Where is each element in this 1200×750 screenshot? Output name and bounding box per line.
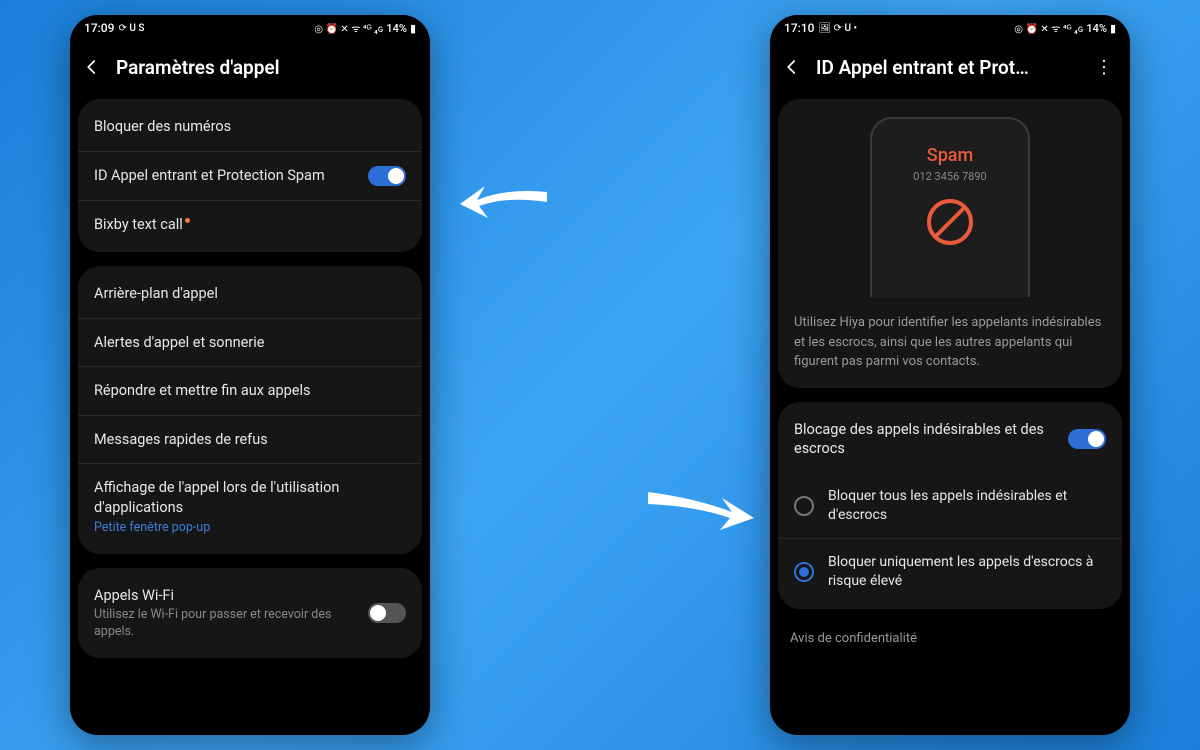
row-wifi-calls[interactable]: Appels Wi-Fi Utilisez le Wi-Fi pour pass…	[78, 572, 422, 654]
row-label: ID Appel entrant et Protection Spam	[94, 166, 356, 186]
new-badge-icon	[185, 218, 190, 223]
radio-label: Bloquer tous les appels indésirables et …	[828, 487, 1106, 525]
row-label: Alertes d'appel et sonnerie	[94, 333, 406, 353]
row-label: Arrière-plan d'appel	[94, 284, 406, 304]
battery-icon: ▮	[1110, 22, 1116, 35]
row-call-background[interactable]: Arrière-plan d'appel	[78, 270, 422, 318]
row-sublabel: Petite fenêtre pop-up	[94, 520, 406, 536]
more-button[interactable]: ⋮	[1092, 55, 1116, 79]
spam-label: Spam	[927, 145, 973, 166]
status-left-icons: 🖼 ⟳ U •	[818, 23, 857, 34]
radio-block-high-risk[interactable]: Bloquer uniquement les appels d'escrocs …	[778, 538, 1122, 605]
status-right-icons: ◎ ⏰ ✕ ᯤ ⁴ᴳ ₄ɢ	[314, 21, 383, 35]
privacy-notice-link[interactable]: Avis de confidentialité	[770, 623, 1130, 646]
row-label: Bloquer des numéros	[94, 117, 406, 137]
battery-icon: ▮	[410, 22, 416, 35]
row-caller-id-protection[interactable]: ID Appel entrant et Protection Spam	[78, 151, 422, 200]
row-label: Blocage des appels indésirables et des e…	[794, 420, 1056, 459]
spam-illustration: Spam 012 3456 7890	[870, 117, 1030, 297]
row-label: Messages rapides de refus	[94, 430, 406, 450]
section-caller-id: Bloquer des numéros ID Appel entrant et …	[78, 99, 422, 252]
spam-description: Utilisez Hiya pour identifier les appela…	[794, 313, 1106, 372]
chevron-left-icon	[83, 58, 101, 76]
status-battery: 14%	[1086, 22, 1107, 35]
status-right-icons: ◎ ⏰ ✕ ᯤ ⁴ᴳ ₄ɢ	[1014, 21, 1083, 35]
section-spam-block: Blocage des appels indésirables et des e…	[778, 402, 1122, 610]
chevron-left-icon	[783, 58, 801, 76]
row-label: Appels Wi-Fi	[94, 586, 356, 606]
status-time: 17:10	[784, 21, 814, 35]
wifi-calls-toggle[interactable]	[368, 603, 406, 623]
annotation-arrow-left	[452, 170, 552, 230]
phone-screen-2: 17:10 🖼 ⟳ U • ◎ ⏰ ✕ ᯤ ⁴ᴳ ₄ɢ 14% ▮ ID App…	[770, 15, 1130, 735]
status-bar: 17:10 🖼 ⟳ U • ◎ ⏰ ✕ ᯤ ⁴ᴳ ₄ɢ 14% ▮	[770, 15, 1130, 41]
radio-button[interactable]	[794, 496, 814, 516]
row-sublabel: Utilisez le Wi-Fi pour passer et recevoi…	[94, 607, 356, 640]
row-label: Affichage de l'appel lors de l'utilisati…	[94, 478, 406, 517]
section-wifi-calls: Appels Wi-Fi Utilisez le Wi-Fi pour pass…	[78, 568, 422, 658]
row-block-numbers[interactable]: Bloquer des numéros	[78, 103, 422, 151]
page-title: Paramètres d'appel	[116, 56, 416, 79]
spam-info-card: Spam 012 3456 7890 Utilisez Hiya pour id…	[778, 99, 1122, 388]
header: ID Appel entrant et Prot… ⋮	[770, 41, 1130, 99]
back-button[interactable]	[80, 55, 104, 79]
status-time: 17:09	[84, 21, 114, 35]
status-battery: 14%	[386, 22, 407, 35]
back-button[interactable]	[780, 55, 804, 79]
spam-number: 012 3456 7890	[913, 170, 986, 183]
status-bar: 17:09 ⟳ U S ◎ ⏰ ✕ ᯤ ⁴ᴳ ₄ɢ 14% ▮	[70, 15, 430, 41]
annotation-arrow-right	[640, 478, 760, 538]
status-left-icons: ⟳ U S	[118, 23, 144, 34]
row-bixby-text-call[interactable]: Bixby text call	[78, 200, 422, 249]
spam-block-toggle[interactable]	[1068, 429, 1106, 449]
row-quick-reject[interactable]: Messages rapides de refus	[78, 415, 422, 464]
phone-screen-1: 17:09 ⟳ U S ◎ ⏰ ✕ ᯤ ⁴ᴳ ₄ɢ 14% ▮ Paramètr…	[70, 15, 430, 735]
row-label: Répondre et mettre fin aux appels	[94, 381, 406, 401]
page-title: ID Appel entrant et Prot…	[816, 56, 1080, 79]
section-call-settings: Arrière-plan d'appel Alertes d'appel et …	[78, 266, 422, 554]
row-spam-block[interactable]: Blocage des appels indésirables et des e…	[778, 406, 1122, 473]
row-call-alerts[interactable]: Alertes d'appel et sonnerie	[78, 318, 422, 367]
header: Paramètres d'appel	[70, 41, 430, 99]
radio-label: Bloquer uniquement les appels d'escrocs …	[828, 553, 1106, 591]
row-call-display-apps[interactable]: Affichage de l'appel lors de l'utilisati…	[78, 463, 422, 549]
radio-block-all[interactable]: Bloquer tous les appels indésirables et …	[778, 473, 1122, 539]
more-vert-icon: ⋮	[1095, 57, 1113, 78]
caller-id-toggle[interactable]	[368, 166, 406, 186]
row-answer-end[interactable]: Répondre et mettre fin aux appels	[78, 366, 422, 415]
radio-button[interactable]	[794, 562, 814, 582]
row-label: Bixby text call	[94, 215, 406, 235]
block-icon	[927, 199, 973, 245]
